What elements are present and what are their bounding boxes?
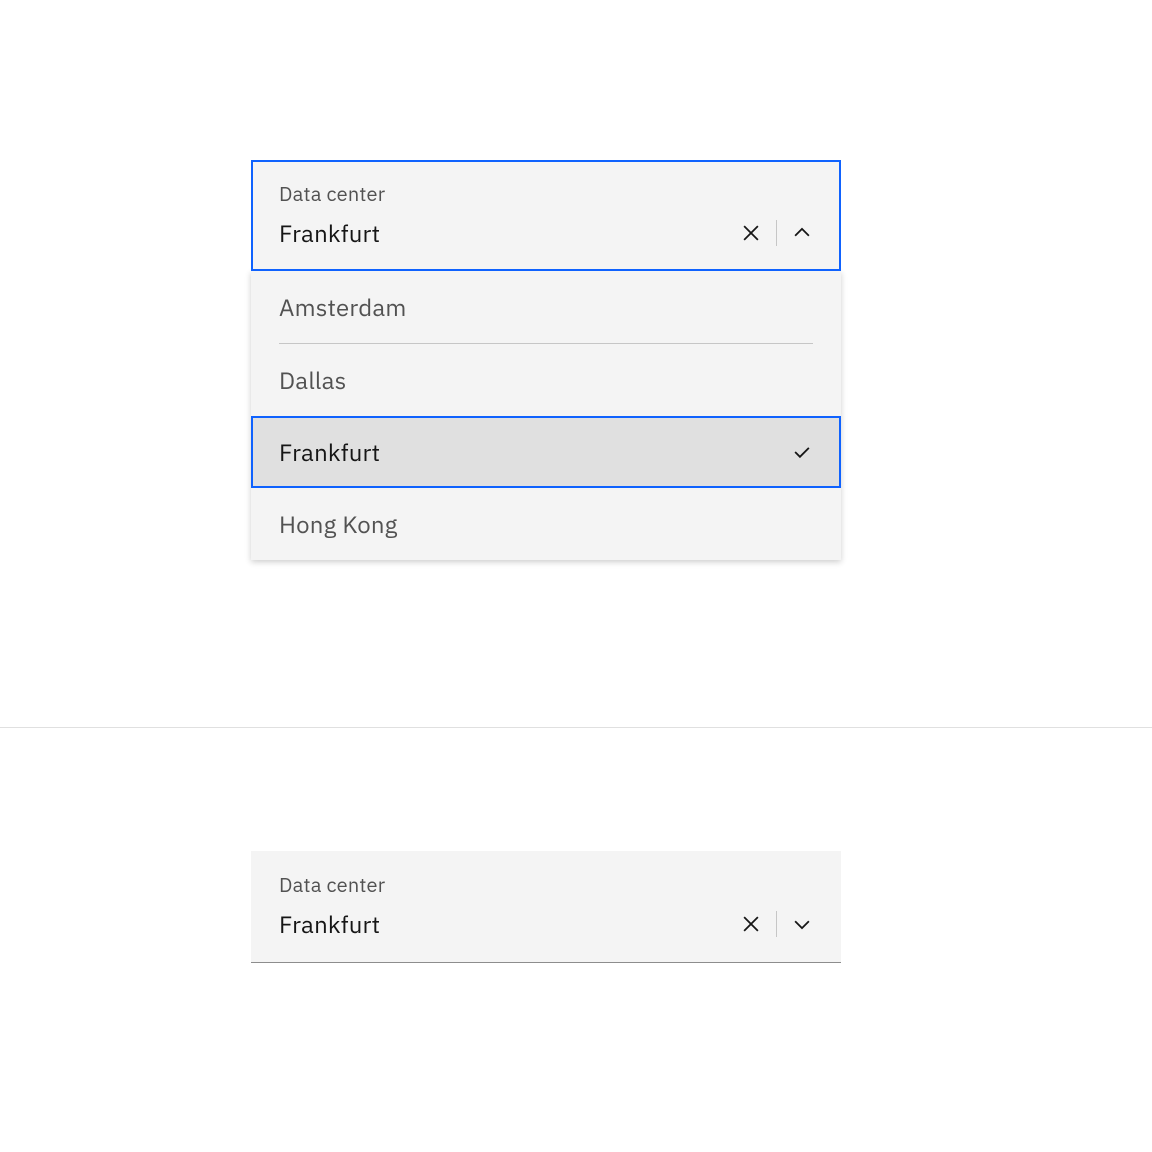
combobox-field[interactable]: Data center Frankfurt xyxy=(251,851,841,963)
data-center-combobox-closed: Data center Frankfurt xyxy=(251,851,841,963)
checkmark-icon xyxy=(791,441,813,463)
controls-divider xyxy=(776,220,777,246)
close-icon[interactable] xyxy=(740,913,762,935)
controls-divider xyxy=(776,911,777,937)
close-icon[interactable] xyxy=(740,222,762,244)
chevron-up-icon[interactable] xyxy=(791,222,813,244)
example-divider xyxy=(0,727,1152,728)
combobox-label: Data center xyxy=(279,871,813,898)
combobox-selected-value: Frankfurt xyxy=(279,217,380,249)
chevron-down-icon[interactable] xyxy=(791,913,813,935)
combobox-selected-value: Frankfurt xyxy=(279,908,380,940)
combobox-option-amsterdam[interactable]: Amsterdam xyxy=(251,271,841,344)
combobox-label: Data center xyxy=(279,180,813,207)
option-label: Amsterdam xyxy=(279,291,407,323)
option-label: Frankfurt xyxy=(279,436,380,468)
combobox-option-hong-kong[interactable]: Hong Kong xyxy=(251,488,841,560)
combobox-option-frankfurt[interactable]: Frankfurt xyxy=(251,416,841,488)
combobox-option-dallas[interactable]: Dallas xyxy=(251,344,841,416)
combobox-value-row: Frankfurt xyxy=(279,908,813,940)
combobox-controls xyxy=(740,911,813,937)
combobox-menu: Amsterdam Dallas Frankfurt Hong Kong xyxy=(251,271,841,560)
option-label: Dallas xyxy=(279,364,347,396)
data-center-combobox-open: Data center Frankfurt xyxy=(251,160,841,560)
option-label: Hong Kong xyxy=(279,508,398,540)
combobox-field[interactable]: Data center Frankfurt xyxy=(251,160,841,271)
combobox-value-row: Frankfurt xyxy=(279,217,813,249)
combobox-controls xyxy=(740,220,813,246)
